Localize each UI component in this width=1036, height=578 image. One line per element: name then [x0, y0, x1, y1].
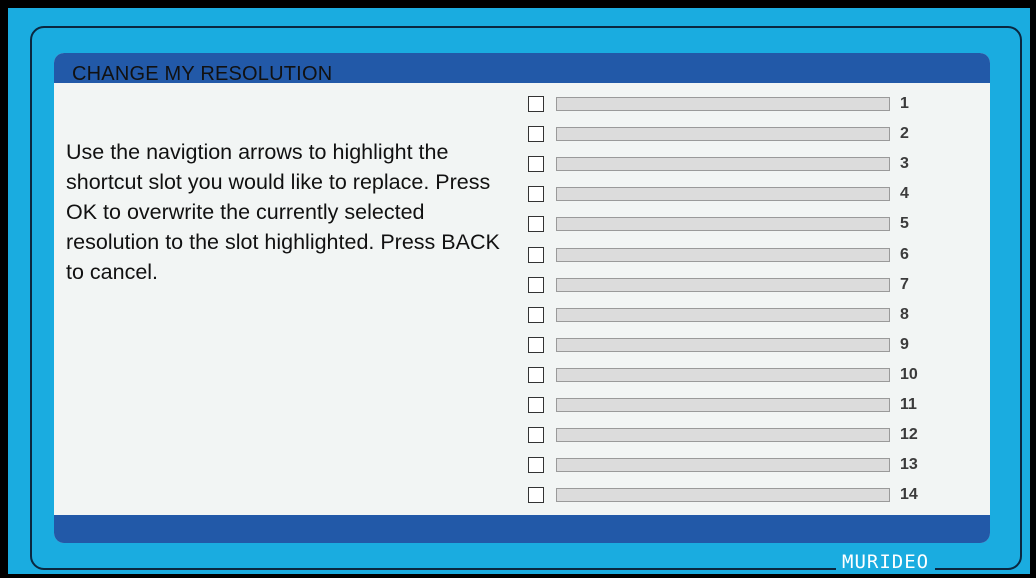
footer-bar — [54, 515, 990, 543]
slot-number: 13 — [900, 456, 918, 474]
slot-number: 8 — [900, 305, 909, 323]
slot-number: 6 — [900, 245, 909, 263]
slot-row[interactable]: 3 — [528, 155, 948, 174]
slot-resolution-field[interactable] — [556, 187, 890, 202]
slot-row[interactable]: 10 — [528, 365, 948, 385]
slot-resolution-field[interactable] — [556, 367, 890, 382]
slot-checkbox[interactable] — [528, 126, 544, 143]
slot-resolution-field[interactable] — [556, 458, 890, 473]
slot-row[interactable]: 13 — [528, 456, 948, 475]
slot-row[interactable]: 11 — [528, 396, 948, 415]
slot-checkbox[interactable] — [528, 276, 544, 293]
dialog-title: CHANGE MY RESOLUTION — [72, 63, 333, 85]
slot-resolution-field[interactable] — [556, 217, 890, 232]
slot-number: 11 — [900, 396, 917, 413]
slot-resolution-field[interactable] — [556, 157, 890, 172]
slot-checkbox[interactable] — [528, 427, 544, 444]
slot-checkbox[interactable] — [528, 246, 544, 263]
slot-checkbox[interactable] — [528, 487, 544, 504]
slot-resolution-field[interactable] — [556, 398, 890, 412]
slot-resolution-field[interactable] — [556, 337, 890, 352]
slot-number: 1 — [900, 95, 909, 112]
slot-number: 3 — [900, 155, 909, 173]
instructions-text: Use the navigtion arrows to highlight th… — [66, 140, 500, 284]
slot-row[interactable]: 1 — [528, 95, 948, 114]
slot-number: 7 — [900, 275, 909, 293]
slot-resolution-field[interactable] — [556, 127, 890, 142]
slot-resolution-field[interactable] — [556, 277, 890, 292]
slot-number: 9 — [900, 335, 909, 353]
slot-number: 5 — [900, 215, 909, 233]
brand-logo: MURIDEO — [836, 551, 936, 573]
slot-row[interactable]: 9 — [528, 335, 948, 355]
slot-row[interactable]: 7 — [528, 275, 948, 295]
slot-row[interactable]: 14 — [528, 486, 948, 505]
slot-checkbox[interactable] — [528, 96, 544, 112]
slot-checkbox[interactable] — [528, 457, 544, 474]
slot-number: 4 — [900, 185, 909, 203]
slot-resolution-field[interactable] — [556, 307, 890, 322]
slot-number: 2 — [900, 125, 909, 143]
slot-checkbox[interactable] — [528, 397, 544, 413]
slot-row[interactable]: 6 — [528, 245, 948, 265]
slot-resolution-field[interactable] — [556, 428, 890, 443]
slot-row[interactable]: 5 — [528, 215, 948, 234]
slot-resolution-field[interactable] — [556, 488, 890, 503]
slot-number: 10 — [900, 365, 918, 383]
slot-checkbox[interactable] — [528, 156, 544, 173]
slot-row[interactable]: 8 — [528, 305, 948, 325]
slot-resolution-field[interactable] — [556, 247, 890, 262]
slot-resolution-field[interactable] — [556, 97, 890, 111]
slot-number: 14 — [900, 486, 918, 504]
slot-checkbox[interactable] — [528, 306, 544, 323]
slot-checkbox[interactable] — [528, 186, 544, 203]
slot-number: 12 — [900, 426, 918, 444]
slot-row[interactable]: 4 — [528, 185, 948, 204]
slot-checkbox[interactable] — [528, 216, 544, 233]
slot-checkbox[interactable] — [528, 336, 544, 353]
slot-row[interactable]: 2 — [528, 125, 948, 144]
slot-checkbox[interactable] — [528, 366, 544, 383]
slot-row[interactable]: 12 — [528, 426, 948, 445]
